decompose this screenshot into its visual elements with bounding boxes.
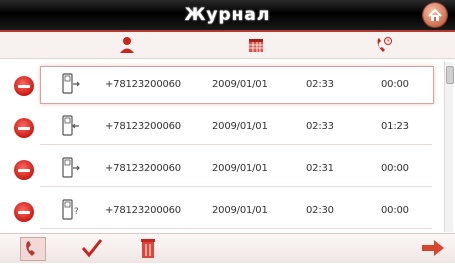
delete-icon[interactable]: [14, 160, 34, 180]
row-duration: 00:00: [381, 163, 409, 174]
row-number: +78123200060: [105, 121, 181, 132]
svg-text:?: ?: [74, 207, 79, 217]
delete-icon[interactable]: [14, 202, 34, 222]
incoming-call-icon: [62, 115, 79, 136]
page-title: Журнал: [184, 5, 271, 25]
row-duration: 01:23: [381, 121, 409, 132]
row-number: +78123200060: [105, 79, 181, 90]
row-number: +78123200060: [105, 163, 181, 174]
call-log-list: +78123200060 2009/01/01 02:33 00:00 +781…: [0, 62, 443, 232]
table-row[interactable]: +78123200060 2009/01/01 02:33 01:23: [0, 104, 443, 146]
outgoing-call-icon: [62, 157, 80, 178]
home-button[interactable]: [423, 3, 447, 27]
person-icon: [120, 37, 134, 53]
calendar-icon: [249, 39, 263, 52]
row-duration: 00:00: [381, 205, 409, 216]
title-bar: Журнал: [0, 0, 455, 32]
row-date: 2009/01/01: [212, 79, 268, 90]
scrollbar[interactable]: [444, 62, 454, 232]
row-duration: 00:00: [381, 79, 409, 90]
call-button[interactable]: [20, 237, 46, 261]
check-icon[interactable]: [80, 237, 104, 259]
column-header: [0, 32, 455, 59]
missed-call-icon: ?: [62, 199, 79, 220]
outgoing-call-icon: [62, 73, 80, 94]
next-arrow-icon[interactable]: [420, 239, 446, 257]
trash-icon[interactable]: [138, 237, 158, 259]
row-date: 2009/01/01: [212, 205, 268, 216]
bottom-toolbar: [0, 233, 455, 263]
phone-clock-icon: [377, 37, 392, 52]
row-time: 02:33: [306, 79, 334, 90]
delete-icon[interactable]: [14, 76, 34, 96]
home-icon: [428, 8, 442, 21]
row-number: +78123200060: [105, 205, 181, 216]
table-row[interactable]: +78123200060 2009/01/01 02:33 00:00: [0, 62, 443, 104]
call-icon: [26, 241, 35, 256]
delete-icon[interactable]: [14, 118, 34, 138]
table-row[interactable]: ? +78123200060 2009/01/01 02:30 00:00: [0, 188, 443, 230]
row-date: 2009/01/01: [212, 163, 268, 174]
scrollbar-thumb[interactable]: [446, 66, 454, 84]
table-row[interactable]: +78123200060 2009/01/01 02:31 00:00: [0, 146, 443, 188]
row-time: 02:30: [306, 205, 334, 216]
row-time: 02:31: [306, 163, 334, 174]
row-date: 2009/01/01: [212, 121, 268, 132]
row-time: 02:33: [306, 121, 334, 132]
